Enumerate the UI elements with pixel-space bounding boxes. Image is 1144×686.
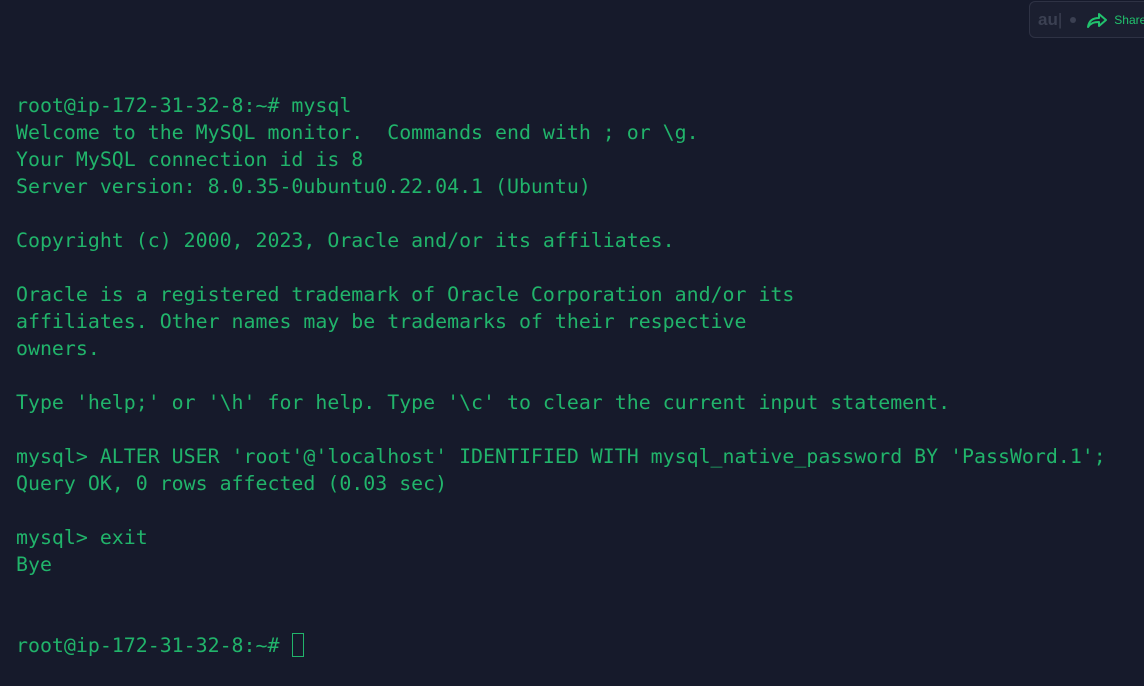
terminal-line: Your MySQL connection id is 8 xyxy=(16,148,364,171)
logo-separator: | xyxy=(1057,9,1063,29)
terminal-line: mysql> ALTER USER 'root'@'localhost' IDE… xyxy=(16,445,1106,468)
status-dot-icon xyxy=(1070,16,1077,23)
share-button[interactable]: Share xyxy=(1114,13,1144,27)
terminal-line: mysql> exit xyxy=(16,526,148,549)
terminal-prompt-line[interactable]: root@ip-172-31-32-8:~# xyxy=(16,632,1106,659)
terminal-line: Oracle is a registered trademark of Orac… xyxy=(16,283,795,306)
terminal-output[interactable]: root@ip-172-31-32-8:~# mysql Welcome to t… xyxy=(16,38,1106,686)
terminal-lines: root@ip-172-31-32-8:~# mysql Welcome to t… xyxy=(16,92,1106,578)
terminal-line: Welcome to the MySQL monitor. Commands e… xyxy=(16,121,699,144)
terminal-line: owners. xyxy=(16,337,100,360)
terminal-cursor xyxy=(292,633,305,657)
app-logo: au xyxy=(1038,9,1058,29)
shell-prompt: root@ip-172-31-32-8:~# xyxy=(16,634,292,657)
share-widget: au | Share xyxy=(1029,1,1144,38)
terminal-line: Query OK, 0 rows affected (0.03 sec) xyxy=(16,472,448,495)
terminal-line: Copyright (c) 2000, 2023, Oracle and/or … xyxy=(16,229,675,252)
share-arrow-icon[interactable] xyxy=(1086,11,1108,29)
terminal-line: Server version: 8.0.35-0ubuntu0.22.04.1 … xyxy=(16,175,591,198)
terminal-line: root@ip-172-31-32-8:~# mysql xyxy=(16,94,352,117)
terminal-line: affiliates. Other names may be trademark… xyxy=(16,310,747,333)
terminal-line: Type 'help;' or '\h' for help. Type '\c'… xyxy=(16,391,951,414)
